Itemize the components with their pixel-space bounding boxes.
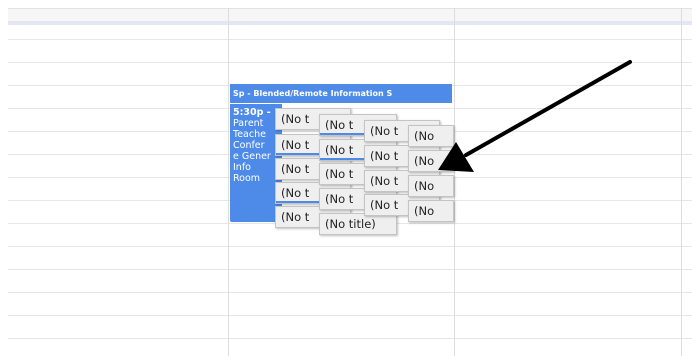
arrow-icon — [438, 60, 632, 172]
calendar-view: Sp - Blended/Remote Information S 5:30p … — [0, 0, 692, 356]
